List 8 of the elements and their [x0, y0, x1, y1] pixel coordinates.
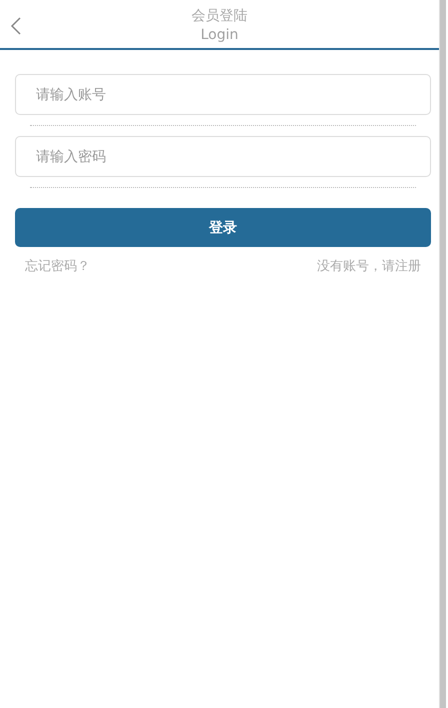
password-field[interactable]: 请输入密码 — [15, 136, 431, 177]
page-title: 会员登陆 — [192, 6, 248, 26]
back-icon[interactable] — [9, 16, 23, 36]
page-subtitle: Login — [200, 26, 238, 44]
forgot-password-link[interactable]: 忘记密码？ — [25, 257, 90, 275]
login-button[interactable]: 登录 — [15, 208, 431, 247]
register-link[interactable]: 没有账号，请注册 — [317, 257, 421, 275]
account-field[interactable]: 请输入账号 — [15, 74, 431, 115]
